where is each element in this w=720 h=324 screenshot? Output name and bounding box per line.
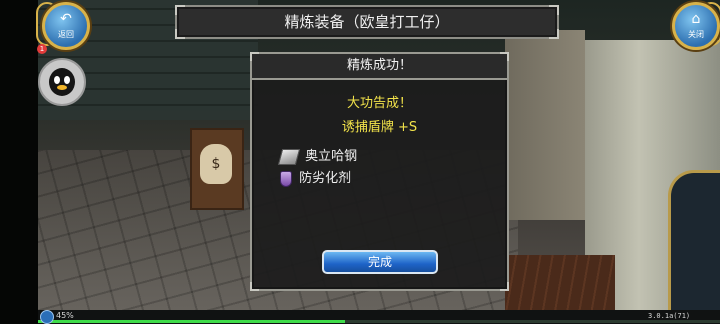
refine-result-dialog: 精炼成功！ 大功告成！ 诱捕盾牌 +S 奥立哈钢 防劣化剂 完成 xyxy=(250,52,509,291)
ingot-icon xyxy=(277,148,301,165)
done-button[interactable]: 完成 xyxy=(322,250,438,274)
bottom-status-bar xyxy=(38,310,720,324)
back-arrow-icon: ↶ xyxy=(60,11,72,27)
shop-sign: $ xyxy=(190,128,244,210)
frame-corner xyxy=(175,29,185,39)
progress-fill xyxy=(38,320,345,323)
money-bag-icon: $ xyxy=(200,144,232,184)
material-name: 防劣化剂 xyxy=(299,171,352,186)
avatar-eye xyxy=(64,76,70,84)
frame-corner xyxy=(549,29,559,39)
material-item: 防劣化剂 xyxy=(280,169,351,189)
notification-badge: 1 xyxy=(37,44,47,54)
close-button-label: 关闭 xyxy=(688,30,704,39)
tower-window xyxy=(668,170,720,316)
page-title: 精炼装备（欧皇打工仔） xyxy=(284,13,450,31)
back-button[interactable]: ↶ 返回 xyxy=(42,2,90,50)
dialog-title: 精炼成功！ xyxy=(252,54,507,80)
loading-progress-bar xyxy=(38,320,720,323)
player-avatar[interactable] xyxy=(38,58,86,106)
material-item: 奥立哈钢 xyxy=(277,147,358,167)
potion-icon xyxy=(280,170,292,187)
success-headline: 大功告成！ xyxy=(346,96,412,111)
avatar-beak xyxy=(57,85,67,90)
back-button-label: 返回 xyxy=(58,30,74,39)
frame-corner xyxy=(500,282,509,291)
penguin-avatar-icon xyxy=(49,68,75,96)
network-status-icon xyxy=(40,310,54,324)
frame-corner xyxy=(175,5,185,15)
frame-corner xyxy=(250,282,259,291)
avatar-eye xyxy=(54,76,60,84)
version-label: 3.0.1a(71) xyxy=(648,312,691,320)
building-wall xyxy=(505,30,585,220)
frame-corner xyxy=(549,5,559,15)
progress-percent: 45% xyxy=(56,311,74,320)
page-title-bar: 精炼装备（欧皇打工仔） xyxy=(175,5,559,39)
screen-edge xyxy=(0,0,38,324)
refine-result-item: 诱捕盾牌 +S xyxy=(341,120,418,135)
close-button[interactable]: ⌂ 关闭 xyxy=(672,2,720,50)
material-name: 奥立哈钢 xyxy=(305,149,358,164)
home-icon: ⌂ xyxy=(691,11,701,27)
